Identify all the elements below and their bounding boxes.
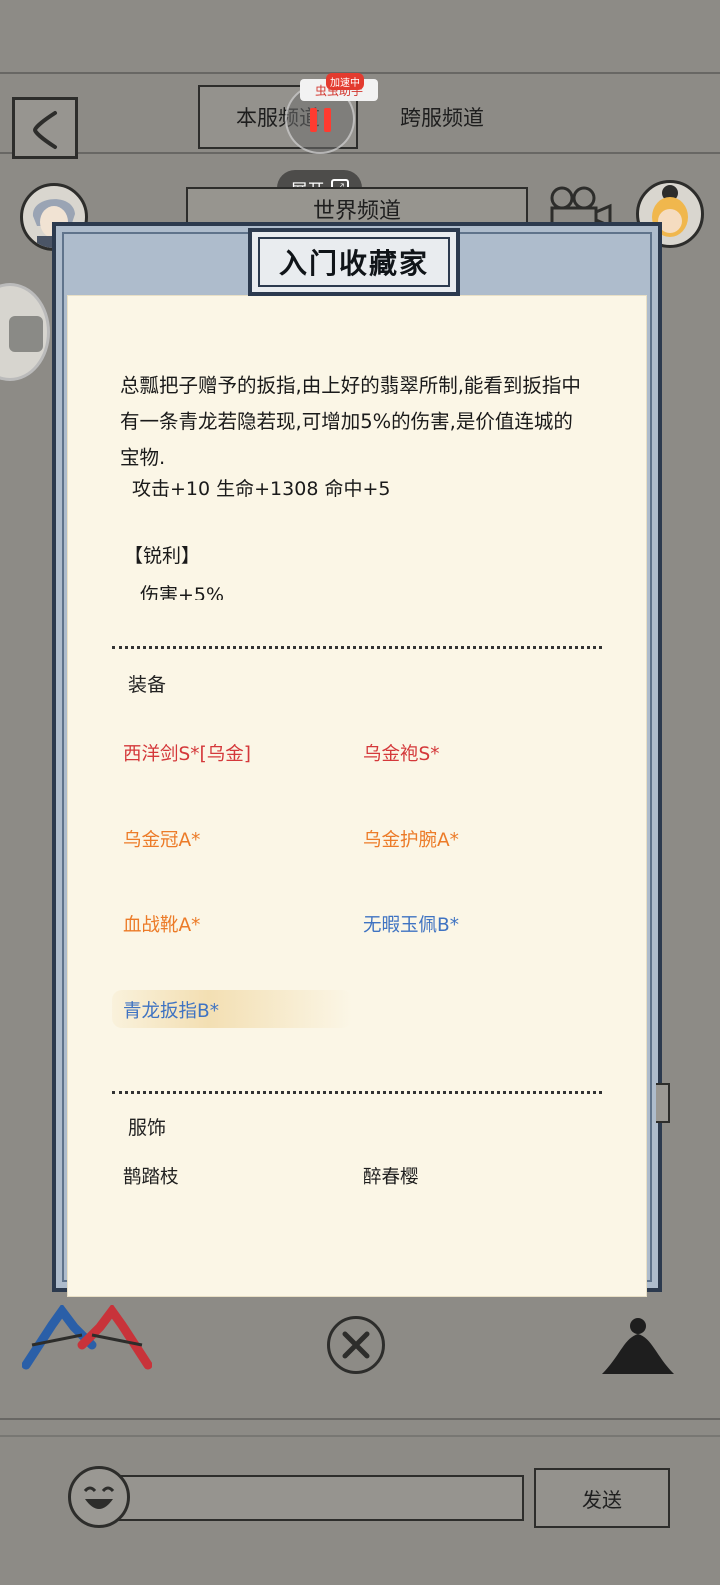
equipment-item[interactable]: 无暇玉佩B*: [363, 911, 459, 937]
pvp-battle-icon[interactable]: [22, 1305, 152, 1371]
tab-label: 跨服频道: [400, 106, 484, 130]
trait-effect: 伤害+5%: [140, 584, 225, 600]
costume-item[interactable]: 鹊踏枝: [123, 1163, 179, 1189]
assistant-icon: [9, 316, 43, 352]
equipment-item[interactable]: 乌金护腕A*: [363, 826, 459, 852]
accelerator-badge[interactable]: 虫虫助手 加速中: [300, 73, 378, 101]
back-arrow-icon: [32, 111, 57, 149]
accelerator-status-tag: 加速中: [326, 73, 364, 90]
costume-item[interactable]: 醉春樱: [363, 1163, 419, 1189]
channel-label: 世界频道: [312, 199, 401, 224]
equipment-item[interactable]: 乌金袍S*: [363, 740, 440, 766]
equipment-item[interactable]: 血战靴A*: [123, 911, 200, 937]
chat-input[interactable]: [104, 1475, 524, 1521]
laughing-face-icon: [83, 1486, 115, 1509]
item-description: 总瓢把子赠予的扳指,由上好的翡翠所制,能看到扳指中有一条青龙若隐若现,可增加5%…: [120, 374, 581, 469]
divider: [112, 1091, 602, 1094]
back-button[interactable]: [12, 97, 78, 159]
modal-title: 入门收藏家: [248, 228, 460, 296]
equipment-section-title: 装备: [128, 674, 167, 696]
equipment-item[interactable]: 乌金冠A*: [123, 826, 200, 852]
tab-cross-server[interactable]: 跨服频道: [362, 85, 522, 149]
equipment-item-selected[interactable]: 青龙扳指B*: [123, 997, 219, 1023]
pause-icon: [310, 108, 317, 132]
floating-assistant-bubble[interactable]: [0, 283, 50, 381]
divider: [112, 646, 602, 649]
send-button[interactable]: 发送: [534, 1468, 670, 1528]
trait-name: 【锐利】: [124, 545, 201, 567]
crossed-swords-icon: [342, 1331, 370, 1359]
equipment-item[interactable]: 西洋剑S*[乌金]: [123, 740, 251, 766]
pause-icon-bar: [324, 108, 331, 132]
send-label: 发送: [582, 1487, 622, 1512]
emoji-button[interactable]: [68, 1466, 130, 1528]
item-stats: 攻击+10 生命+1308 命中+5: [132, 478, 391, 500]
side-scroll-tab[interactable]: [656, 1083, 670, 1123]
close-button[interactable]: [327, 1316, 385, 1374]
meditation-icon[interactable]: [596, 1316, 680, 1378]
costume-section-title: 服饰: [128, 1117, 167, 1139]
modal-title-text: 入门收藏家: [278, 247, 429, 280]
